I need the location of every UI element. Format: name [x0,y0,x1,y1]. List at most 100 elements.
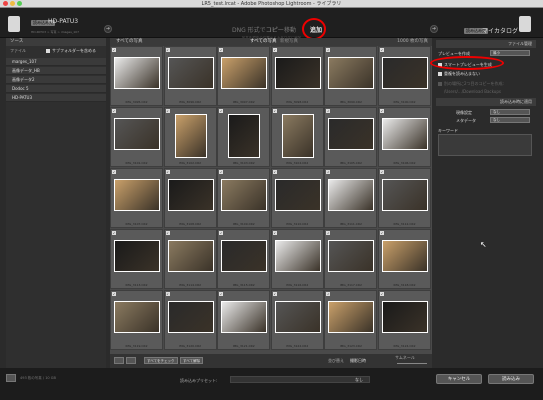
photo-cell[interactable]: ✓ IMG_3119.CR2 [110,290,163,350]
photo-cell[interactable]: ✓ IMG_3097.CR2 [217,46,271,106]
build-preview-select[interactable]: 最小 [490,50,530,56]
photo-thumbnail [221,179,268,211]
photo-cell[interactable]: ✓ IMG_3110.CR2 [270,168,324,228]
photo-checkbox[interactable]: ✓ [165,231,170,235]
photo-checkbox[interactable]: ✓ [326,231,331,235]
loupe-view-icon[interactable] [126,357,136,364]
photo-cell[interactable]: ✓ IMG_3098.CR2 [270,46,324,106]
photo-cell[interactable]: ✓ IMG_3104.CR2 [270,107,324,167]
photo-checkbox[interactable]: ✓ [380,48,384,52]
photo-cell[interactable]: ✓ IMG_3124.CR2 [378,290,431,350]
photo-checkbox[interactable]: ✓ [219,48,224,52]
file-handling-header[interactable]: ファイル管理 [436,40,536,48]
source-name[interactable]: HD-PATU3 [48,18,78,25]
photo-cell[interactable]: ✓ IMG_3102.CR2 [163,107,217,167]
tab-new-photos[interactable]: 新規写真 [280,38,298,46]
destination-name[interactable]: マイカタログ [482,26,518,35]
photo-cell[interactable]: ✓ IMG_3111.CR2 [324,168,378,228]
thumbnail-size-slider[interactable] [397,363,427,364]
photo-checkbox[interactable]: ✓ [380,231,384,235]
photo-checkbox[interactable]: ✓ [165,292,170,296]
photo-checkbox[interactable]: ✓ [326,48,331,52]
check-all-button[interactable]: すべてをチェック [144,357,178,364]
source-item[interactable]: marges_107 [6,58,106,66]
photo-checkbox[interactable]: ✓ [272,170,277,174]
mode-copy[interactable]: コピー [266,25,284,34]
photo-thumbnail [382,301,428,333]
photo-checkbox[interactable]: ✓ [272,48,277,52]
photo-cell[interactable]: ✓ IMG_3116.CR2 [270,229,324,289]
source-panel-header[interactable]: ソース [6,38,106,46]
photo-checkbox[interactable]: ✓ [380,170,384,174]
photo-cell[interactable]: ✓ IMG_3123.CR2 [324,290,378,350]
photo-cell[interactable]: ✓ IMG_3122.CR2 [270,290,324,350]
photo-checkbox[interactable]: ✓ [380,109,384,113]
source-item[interactable]: 画像データ2 [6,76,106,84]
photo-checkbox[interactable]: ✓ [272,109,277,113]
photo-cell[interactable]: ✓ IMG_3106.CR2 [378,107,431,167]
photo-cell[interactable]: ✓ IMG_3101.CR2 [110,107,163,167]
second-copy-checkbox[interactable]: 別の場所に2つ目のコピーを作成: [438,81,504,87]
photo-cell[interactable]: ✓ IMG_3107.CR2 [110,168,163,228]
photo-checkbox[interactable]: ✓ [219,292,224,296]
photo-cell[interactable]: ✓ IMG_3103.CR2 [217,107,271,167]
photo-checkbox[interactable]: ✓ [112,231,116,235]
include-subfolders-checkbox[interactable]: サブフォルダーを含める [46,48,96,54]
photo-cell[interactable]: ✓ IMG_3105.CR2 [324,107,378,167]
photo-checkbox[interactable]: ✓ [219,170,224,174]
photo-checkbox[interactable]: ✓ [219,231,224,235]
metadata-select[interactable]: なし [490,117,530,123]
photo-checkbox[interactable]: ✓ [326,109,331,113]
photo-thumbnail [114,240,160,272]
photo-checkbox[interactable]: ✓ [219,109,224,113]
photo-cell[interactable]: ✓ IMG_3121.CR2 [217,290,271,350]
develop-settings-select[interactable]: なし [490,109,530,115]
photo-checkbox[interactable]: ✓ [165,48,170,52]
photo-checkbox[interactable]: ✓ [326,292,331,296]
photo-cell[interactable]: ✓ IMG_3117.CR2 [324,229,378,289]
photo-cell[interactable]: ✓ IMG_3120.CR2 [163,290,217,350]
no-duplicates-checkbox[interactable]: 重複を読み込まない [438,71,480,77]
apply-during-import-header[interactable]: 読み込み時に適用 [436,98,536,106]
tab-all-photos-center[interactable]: すべての写真 [250,38,277,46]
photo-cell[interactable]: ✓ IMG_3113.CR2 [110,229,163,289]
photo-cell[interactable]: ✓ IMG_3100.CR2 [378,46,431,106]
source-item[interactable]: 画像データ_HB [6,67,106,75]
photo-checkbox[interactable]: ✓ [112,109,116,113]
photo-cell[interactable]: ✓ IMG_3099.CR2 [324,46,378,106]
source-item[interactable]: HD-PATU3 [6,94,106,102]
photo-checkbox[interactable]: ✓ [272,292,277,296]
preset-select[interactable]: なし [230,376,370,383]
sort-select[interactable]: 撮影日時 [350,358,366,364]
photo-cell[interactable]: ✓ IMG_3096.CR2 [163,46,217,106]
import-header: 読み込み元 HD-PATU3 HD-PATU3 > 写真 > images_10… [0,8,543,40]
photo-checkbox[interactable]: ✓ [165,109,170,113]
import-button[interactable]: 読み込み [488,374,534,384]
arrow-right-icon: ➜ [104,25,112,33]
source-item[interactable]: Dodoc 5 [6,85,106,93]
photo-checkbox[interactable]: ✓ [380,292,384,296]
photo-checkbox[interactable]: ✓ [326,170,331,174]
photo-cell[interactable]: ✓ IMG_3108.CR2 [163,168,217,228]
photo-thumbnail [221,57,268,89]
collapse-icon[interactable] [6,374,16,382]
photo-checkbox[interactable]: ✓ [112,48,116,52]
photo-checkbox[interactable]: ✓ [112,292,116,296]
photo-checkbox[interactable]: ✓ [272,231,277,235]
uncheck-all-button[interactable]: すべて解除 [180,357,204,364]
mode-move[interactable]: 移動 [284,25,296,34]
photo-cell[interactable]: ✓ IMG_3109.CR2 [217,168,271,228]
photo-cell[interactable]: ✓ IMG_3114.CR2 [163,229,217,289]
grid-view-icon[interactable] [114,357,124,364]
photo-cell[interactable]: ✓ IMG_3115.CR2 [217,229,271,289]
photo-checkbox[interactable]: ✓ [112,170,116,174]
photo-filename: IMG_3104.CR2 [286,161,309,165]
keywords-input[interactable] [438,134,532,156]
photo-filename: IMG_3106.CR2 [393,161,416,165]
photo-cell[interactable]: ✓ IMG_3095.CR2 [110,46,163,106]
tab-all-photos[interactable]: すべての写真 [116,38,143,46]
cancel-button[interactable]: キャンセル [436,374,482,384]
photo-cell[interactable]: ✓ IMG_3118.CR2 [378,229,431,289]
photo-cell[interactable]: ✓ IMG_3112.CR2 [378,168,431,228]
photo-checkbox[interactable]: ✓ [165,170,170,174]
